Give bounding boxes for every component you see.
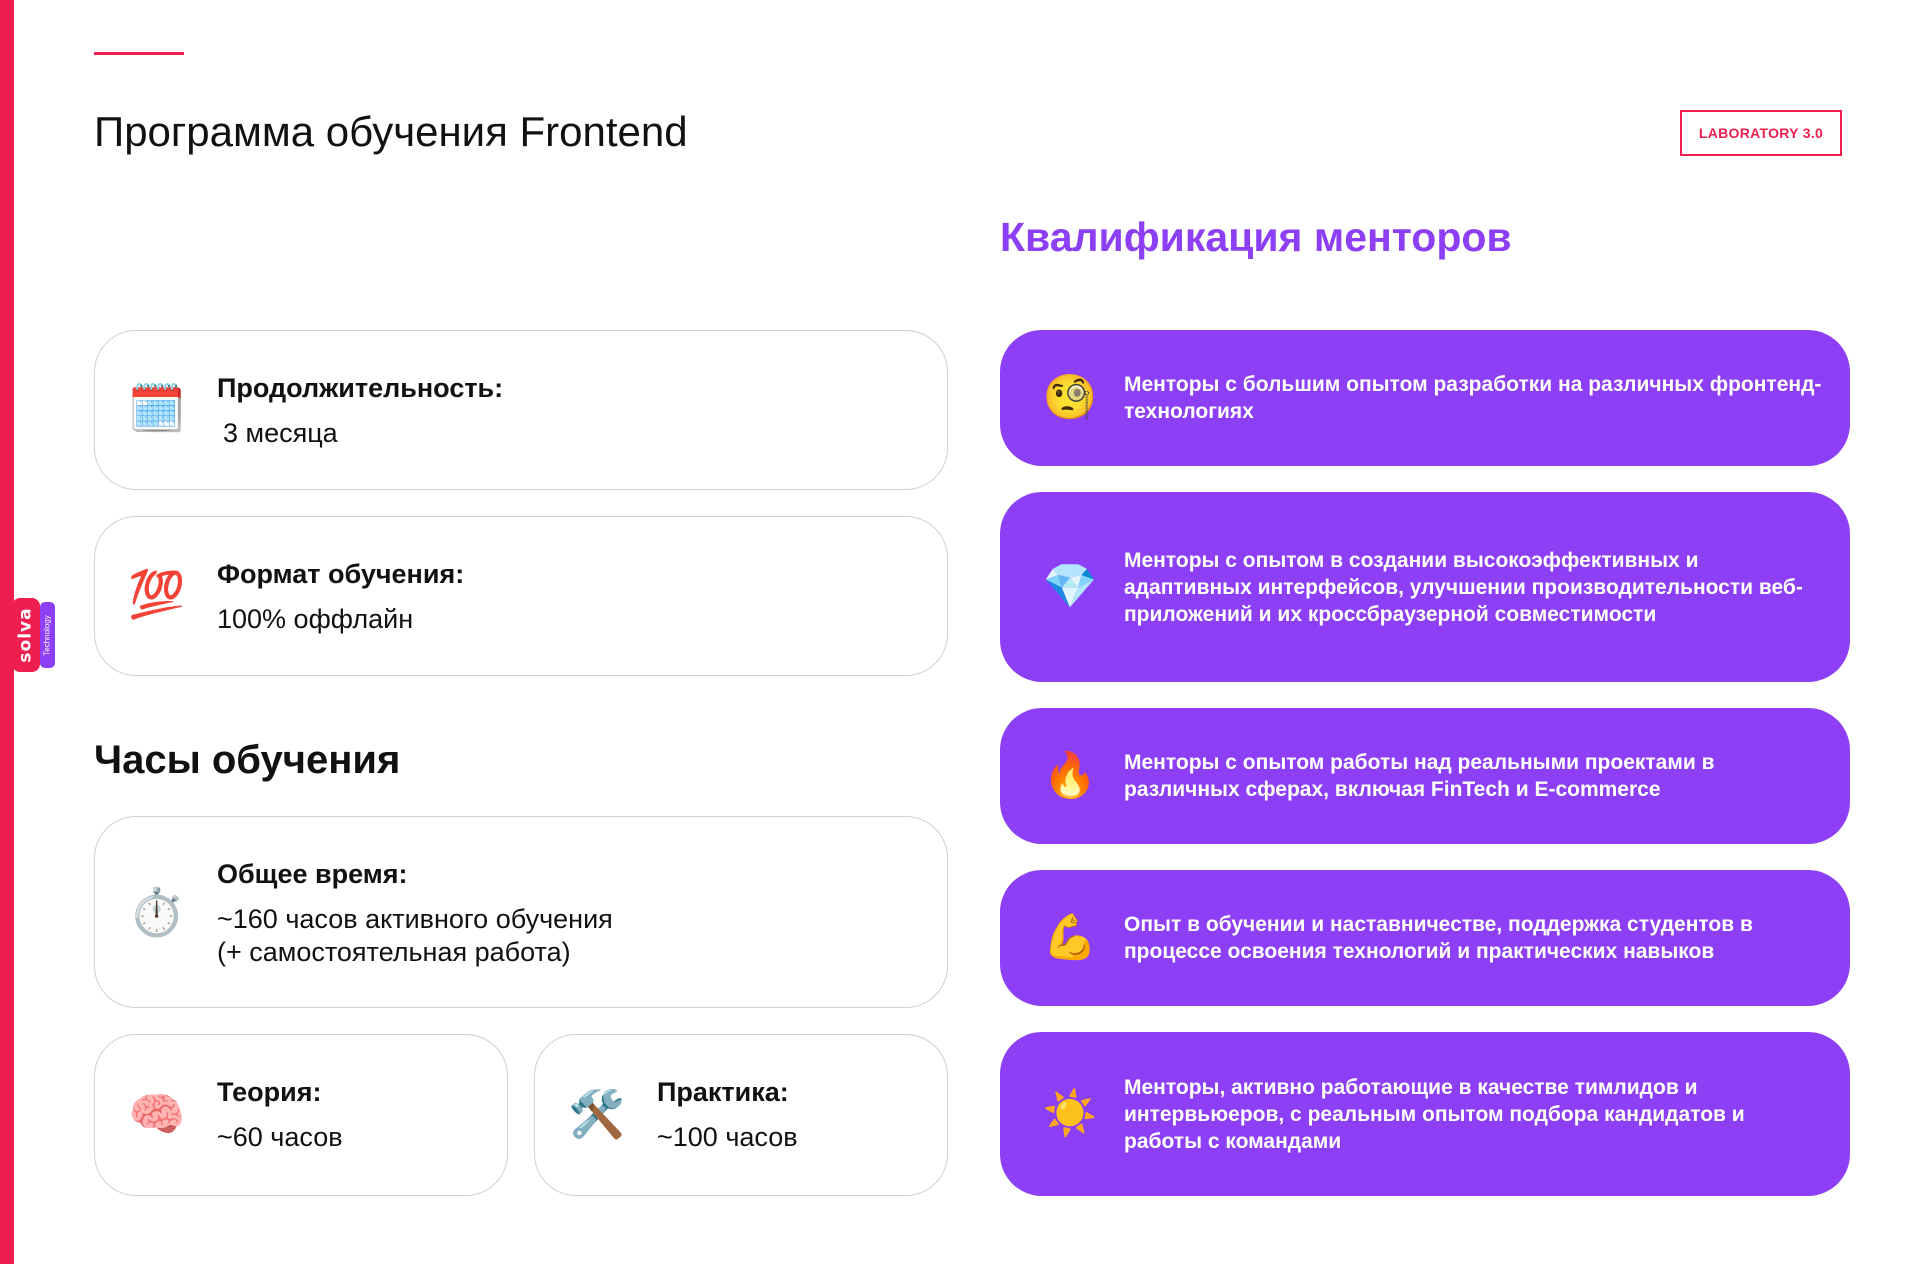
format-value: 100% оффлайн <box>217 604 414 634</box>
format-card: 💯 Формат обучения: 100% оффлайн <box>94 516 948 676</box>
theory-label: Теория: <box>217 1077 322 1107</box>
mentor-card-text: Менторы, активно работающие в качестве т… <box>1124 1075 1745 1153</box>
solva-logo: solva Technology <box>6 598 55 672</box>
mentor-card-projects: 🔥 Менторы с опытом работы над реальными … <box>1000 708 1850 844</box>
stopwatch-icon: ⏱️ <box>128 886 186 938</box>
mentor-card-text: Менторы с опытом в создании высокоэффект… <box>1124 548 1803 626</box>
mentor-card-text: Менторы с большим опытом разработки на р… <box>1124 373 1822 423</box>
gem-icon: 💎 <box>1042 562 1098 611</box>
mentors-heading: Квалификация менторов <box>1000 214 1512 260</box>
sun-icon: ☀️ <box>1042 1089 1098 1138</box>
mentor-card-teamleads: ☀️ Менторы, активно работающие в качеств… <box>1000 1032 1850 1196</box>
fire-icon: 🔥 <box>1042 751 1098 800</box>
mentor-card-text: Менторы с опытом работы над реальными пр… <box>1124 751 1715 801</box>
flexed-biceps-icon: 💪 <box>1042 913 1098 962</box>
mentor-card-experience: 🧐 Менторы с большим опытом разработки на… <box>1000 330 1850 466</box>
logo-text: solva <box>16 607 36 663</box>
duration-value: 3 месяца <box>223 418 338 448</box>
practice-card: 🛠️ Практика: ~100 часов <box>534 1034 948 1196</box>
hammer-wrench-icon: 🛠️ <box>568 1088 626 1140</box>
title-accent-line <box>94 52 184 55</box>
practice-value: ~100 часов <box>657 1122 798 1152</box>
laboratory-badge: LABORATORY 3.0 <box>1680 110 1842 156</box>
practice-label: Практика: <box>657 1077 789 1107</box>
mentor-card-interfaces: 💎 Менторы с опытом в создании высокоэффе… <box>1000 492 1850 682</box>
mentor-card-text: Опыт в обучении и наставничестве, поддер… <box>1124 913 1753 963</box>
page-title: Программа обучения Frontend <box>94 108 688 155</box>
hundred-points-icon: 💯 <box>128 568 186 620</box>
brain-icon: 🧠 <box>128 1088 186 1140</box>
logo-tagline: Technology <box>43 614 53 656</box>
logo-tagline-tab: Technology <box>40 602 55 668</box>
logo-wordmark: solva <box>12 598 40 672</box>
total-time-value-line1: ~160 часов активного обучения <box>217 904 613 934</box>
total-time-value-line2: (+ самостоятельная работа) <box>217 937 571 967</box>
duration-label: Продолжительность: <box>217 373 504 403</box>
total-time-card: ⏱️ Общее время: ~160 часов активного обу… <box>94 816 948 1008</box>
mentor-card-teaching: 💪 Опыт в обучении и наставничестве, подд… <box>1000 870 1850 1006</box>
theory-card: 🧠 Теория: ~60 часов <box>94 1034 508 1196</box>
hours-heading: Часы обучения <box>94 738 401 782</box>
calendar-icon: 🗓️ <box>128 382 186 434</box>
theory-value: ~60 часов <box>217 1122 343 1152</box>
total-time-label: Общее время: <box>217 859 408 889</box>
monocle-face-icon: 🧐 <box>1042 373 1098 422</box>
duration-card: 🗓️ Продолжительность: 3 месяца <box>94 330 948 490</box>
format-label: Формат обучения: <box>217 559 465 589</box>
